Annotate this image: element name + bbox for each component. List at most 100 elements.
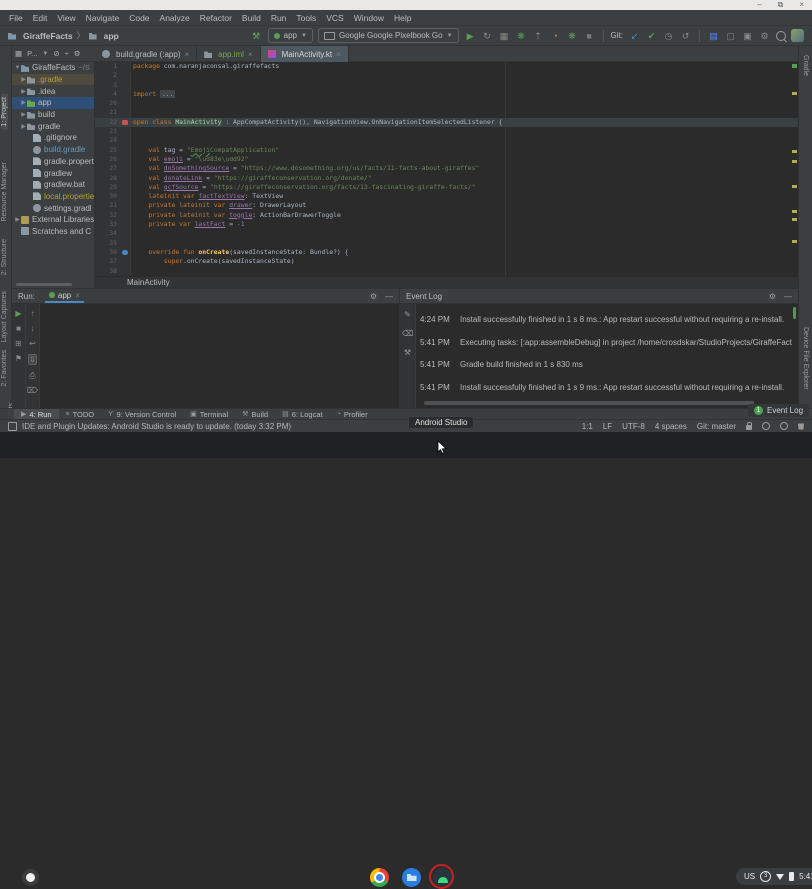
- warning-mark[interactable]: [792, 150, 797, 153]
- code-line-28[interactable]: 28 val donateLink = "https://giraffecons…: [95, 174, 798, 183]
- readonly-lock-icon[interactable]: [746, 425, 752, 430]
- soft-wrap-icon[interactable]: ↩: [29, 339, 36, 348]
- menu-run[interactable]: Run: [266, 13, 292, 23]
- code-line-35[interactable]: 35: [95, 239, 798, 248]
- settings-gear-icon[interactable]: ⚙: [74, 49, 81, 58]
- code-line-26[interactable]: 26 val emoji = "\ud83e\udd92": [95, 155, 798, 164]
- project-scrollbar[interactable]: [16, 283, 72, 286]
- menu-tools[interactable]: Tools: [291, 13, 321, 23]
- tree-item-build.gradle[interactable]: build.gradle: [12, 144, 94, 156]
- sdk-manager-icon[interactable]: ⚙: [758, 30, 771, 42]
- menu-build[interactable]: Build: [237, 13, 266, 23]
- event-log-entry[interactable]: 5:41 PMGradle build finished in 1 s 830 …: [420, 360, 792, 383]
- warning-mark[interactable]: [792, 160, 797, 163]
- avatar[interactable]: [791, 29, 804, 42]
- run-config-dropdown[interactable]: app ▼: [268, 28, 313, 43]
- settings-gear-icon[interactable]: ⚙: [370, 292, 377, 301]
- code-line-23[interactable]: 23: [95, 127, 798, 136]
- up-stack-icon[interactable]: ↑: [31, 309, 35, 318]
- project-view-selector[interactable]: P...: [27, 49, 37, 58]
- delete-icon[interactable]: ⌫: [402, 329, 413, 338]
- stripe-1-project[interactable]: 1: Project: [1, 94, 8, 130]
- restore-layout-icon[interactable]: ⊞: [15, 339, 22, 348]
- tab-mainactivity.kt[interactable]: MainActivity.kt×: [261, 46, 349, 62]
- debug-icon[interactable]: ❋: [515, 30, 528, 42]
- close-icon[interactable]: ×: [75, 291, 80, 300]
- code-line-22[interactable]: 22open class MainActivity : AppCompatAct…: [95, 118, 798, 127]
- tree-item-.gradle[interactable]: ▶.gradle: [12, 74, 94, 86]
- event-log-hscrollbar[interactable]: [424, 401, 754, 405]
- chevron-right-icon[interactable]: ▶: [20, 111, 27, 118]
- menu-help[interactable]: Help: [389, 13, 416, 23]
- status-git-master[interactable]: Git: master: [697, 422, 736, 431]
- code-line-30[interactable]: 30 lateinit var factTextView: TextView: [95, 192, 798, 201]
- wrench-icon[interactable]: ⚒: [404, 348, 411, 357]
- window-restore-button[interactable]: ⧉: [778, 0, 784, 10]
- chevron-right-icon[interactable]: ▶: [20, 99, 27, 106]
- code-line-4[interactable]: 4import ...: [95, 90, 798, 99]
- inspections-icon[interactable]: [762, 422, 770, 430]
- clear-icon[interactable]: ⌦: [27, 386, 38, 395]
- tree-item-settings.gradl[interactable]: settings.gradl: [12, 202, 94, 214]
- tree-item-gradlew.bat[interactable]: gradlew.bat: [12, 179, 94, 191]
- device-dropdown[interactable]: Google Google Pixelbook Go ▼: [318, 28, 459, 43]
- apply-changes-icon[interactable]: ↻: [481, 30, 494, 42]
- code-line-34[interactable]: 34: [95, 229, 798, 238]
- menu-file[interactable]: File: [4, 13, 28, 23]
- build-hammer-icon[interactable]: ⚒: [250, 30, 263, 42]
- chevron-right-icon[interactable]: ▶: [20, 123, 27, 130]
- override-icon[interactable]: [122, 250, 128, 256]
- tree-item-local.properties[interactable]: local.properties: [12, 191, 94, 203]
- toolwindow-profiler[interactable]: ◔Profiler: [330, 409, 375, 420]
- settings-gear-icon[interactable]: ⚙: [769, 292, 776, 301]
- toolwindow-9-version-control[interactable]: ϒ9: Version Control: [101, 409, 183, 420]
- breadcrumb-project[interactable]: GiraffeFacts: [23, 31, 73, 41]
- breadcrumb-class[interactable]: MainActivity: [127, 278, 170, 287]
- mark-read-icon[interactable]: ✎: [404, 310, 411, 319]
- hide-panel-icon[interactable]: —: [784, 292, 792, 301]
- warning-mark[interactable]: [792, 210, 797, 213]
- code-line-25[interactable]: 25 val tag = "EmojiCompatApplication": [95, 146, 798, 155]
- tree-item-gradle[interactable]: ▶gradle: [12, 120, 94, 132]
- code-line-3[interactable]: 3: [95, 81, 798, 90]
- avd-manager-icon[interactable]: ▣: [741, 30, 754, 42]
- scroll-end-icon[interactable]: ⇩: [28, 354, 37, 365]
- menu-navigate[interactable]: Navigate: [81, 13, 125, 23]
- chevron-right-icon[interactable]: ▶: [20, 76, 27, 83]
- tree-item-.idea[interactable]: ▶.idea: [12, 85, 94, 97]
- chevron-right-icon[interactable]: ▶: [14, 216, 21, 223]
- code-line-29[interactable]: 29 val gcfSource = "https://giraffeconse…: [95, 183, 798, 192]
- search-everywhere-icon[interactable]: [776, 31, 786, 41]
- tree-item-app[interactable]: ▶app: [12, 97, 94, 109]
- hide-panel-icon[interactable]: —: [385, 292, 393, 301]
- code-line-27[interactable]: 27 val doSomethingSource = "https://www.…: [95, 164, 798, 173]
- code-line-1[interactable]: 1package com.naranjaconsal.giraffefacts: [95, 62, 798, 71]
- ok-mark[interactable]: [792, 64, 797, 68]
- close-icon[interactable]: ×: [184, 50, 189, 59]
- status-1-1[interactable]: 1:1: [582, 422, 593, 431]
- menu-code[interactable]: Code: [124, 13, 154, 23]
- tree-item-giraffefacts[interactable]: ▼GiraffeFacts~/S: [12, 62, 94, 74]
- code-line-38[interactable]: 38: [95, 267, 798, 276]
- code-line-21[interactable]: 21: [95, 108, 798, 117]
- tab-build.gradle-app-[interactable]: build.gradle (:app)×: [95, 46, 197, 62]
- hide-icon[interactable]: ⊘: [53, 49, 59, 58]
- code-editor[interactable]: 1package com.naranjaconsal.giraffefacts 2…: [95, 62, 798, 276]
- menu-view[interactable]: View: [52, 13, 80, 23]
- files-icon[interactable]: [402, 868, 421, 887]
- close-icon[interactable]: ×: [248, 50, 253, 59]
- event-log-entry[interactable]: 4:24 PMInstall successfully finished in …: [420, 315, 792, 338]
- menu-edit[interactable]: Edit: [28, 13, 53, 23]
- toolwindow-todo[interactable]: ≡TODO: [59, 409, 102, 420]
- chevron-right-icon[interactable]: ▶: [20, 88, 27, 95]
- warning-mark[interactable]: [792, 185, 797, 188]
- chevron-down-icon[interactable]: ▼: [14, 65, 21, 71]
- system-tray[interactable]: US 3 5:41: [736, 868, 812, 885]
- launcher-button[interactable]: [22, 869, 39, 886]
- warning-mark[interactable]: [792, 240, 797, 243]
- code-line-31[interactable]: 31 private lateinit var drawer: DrawerLa…: [95, 201, 798, 210]
- stripe-device-file-explorer[interactable]: Device File Explorer: [802, 324, 809, 393]
- update-project-icon[interactable]: ↙: [628, 30, 641, 42]
- breadcrumb-module[interactable]: app: [104, 31, 119, 41]
- stripe-gradle[interactable]: Gradle: [802, 52, 809, 79]
